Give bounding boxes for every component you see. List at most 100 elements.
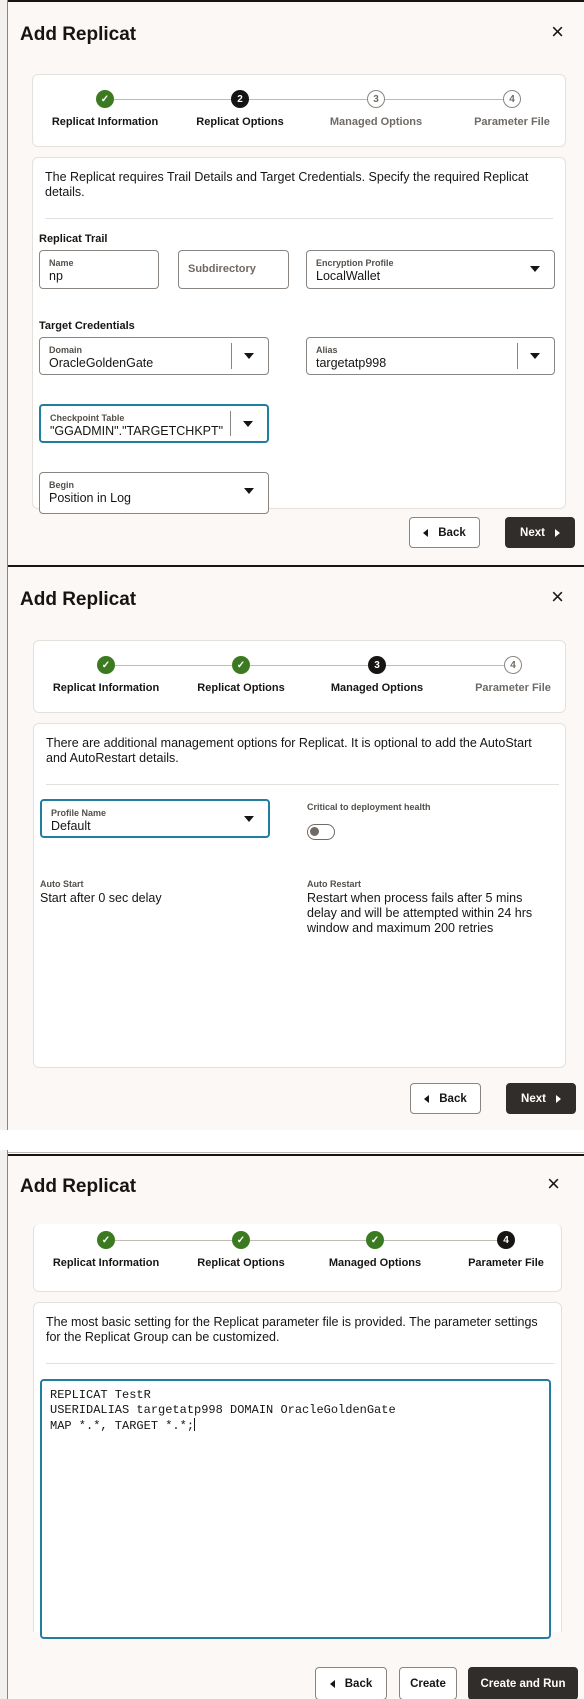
chevron-down-icon[interactable] [530, 266, 540, 272]
select-divider [517, 343, 518, 369]
field-label: Encryption Profile [316, 258, 394, 268]
step-number: 2 [231, 90, 249, 108]
chevron-down-icon[interactable] [244, 353, 254, 359]
caret-right-icon [555, 1094, 561, 1103]
close-icon[interactable]: × [551, 21, 564, 43]
add-replicat-dialog: Add Replicat × ✓ Replicat Information 2 … [8, 0, 584, 565]
auto-start-label: Auto Start [40, 879, 84, 889]
check-icon: ✓ [232, 1231, 250, 1249]
step-label: Managed Options [329, 116, 423, 128]
background-page-edge [0, 565, 8, 1130]
background-page-edge [0, 1150, 8, 1699]
step-replicat-options[interactable]: ✓ Replicat Options [176, 1231, 306, 1269]
back-button[interactable]: Back [410, 1083, 481, 1114]
step-managed-options[interactable]: 3 Managed Options [312, 656, 442, 694]
trail-name-field[interactable]: Name np [39, 250, 159, 289]
step-replicat-information[interactable]: ✓ Replicat Information [40, 90, 170, 128]
next-button[interactable]: Next [505, 517, 575, 548]
field-label: Checkpoint Table [50, 413, 125, 423]
caret-right-icon [554, 528, 560, 537]
parameter-file-panel: The most basic setting for the Replicat … [33, 1302, 562, 1639]
create-and-run-label: Create and Run [480, 1677, 566, 1690]
chevron-down-icon[interactable] [530, 353, 540, 359]
parameter-file-editor[interactable]: REPLICAT TestR USERIDALIAS targetatp998 D… [40, 1379, 551, 1639]
step-number: 4 [504, 656, 522, 674]
profile-name-select[interactable]: Profile Name Default [40, 799, 270, 838]
screen-managed-options: Add Replicat × ✓ Replicat Information ✓ … [0, 565, 584, 1130]
field-label: Name [49, 258, 74, 268]
field-label: Begin [49, 480, 75, 490]
param-line: USERIDALIAS targetatp998 DOMAIN OracleGo… [50, 1403, 396, 1417]
back-button[interactable]: Back [409, 517, 480, 548]
next-label: Next [521, 1092, 546, 1105]
step-managed-options[interactable]: 3 Managed Options [311, 90, 441, 128]
step-parameter-file[interactable]: 4 Parameter File [448, 656, 578, 694]
divider [46, 784, 559, 785]
field-value: LocalWallet [316, 269, 381, 283]
step-replicat-information[interactable]: ✓ Replicat Information [41, 1231, 171, 1269]
domain-select[interactable]: Domain OracleGoldenGate [39, 337, 269, 375]
step-label: Parameter File [474, 116, 550, 128]
step-managed-options[interactable]: ✓ Managed Options [310, 1231, 440, 1269]
param-line-text: MAP *.*, TARGET *.*; [50, 1419, 195, 1433]
check-icon: ✓ [97, 1231, 115, 1249]
back-label: Back [438, 526, 466, 539]
field-value: np [49, 269, 63, 283]
check-icon: ✓ [96, 90, 114, 108]
caret-left-icon [423, 528, 429, 537]
target-credentials-heading: Target Credentials [39, 320, 135, 332]
divider [46, 1363, 555, 1364]
add-replicat-dialog: Add Replicat × ✓ Replicat Information ✓ … [8, 565, 584, 1130]
step-label: Managed Options [328, 1257, 422, 1269]
wizard-stepper: ✓ Replicat Information ✓ Replicat Option… [33, 640, 566, 713]
wizard-stepper: ✓ Replicat Information ✓ Replicat Option… [33, 1224, 562, 1292]
toggle-knob [310, 827, 319, 836]
step-replicat-options[interactable]: ✓ Replicat Options [176, 656, 306, 694]
step-number: 4 [497, 1231, 515, 1249]
check-icon: ✓ [232, 656, 250, 674]
intro-text: There are additional management options … [46, 736, 532, 765]
step-replicat-options[interactable]: 2 Replicat Options [175, 90, 305, 128]
screen-parameter-file: Add Replicat × ✓ Replicat Information ✓ … [0, 1150, 584, 1699]
begin-select[interactable]: Begin Position in Log [39, 472, 269, 514]
step-replicat-information[interactable]: ✓ Replicat Information [41, 656, 171, 694]
encryption-profile-select[interactable]: Encryption Profile LocalWallet [306, 250, 555, 289]
field-value: Position in Log [49, 491, 132, 505]
wizard-stepper: ✓ Replicat Information 2 Replicat Option… [32, 74, 566, 147]
managed-options-panel: There are additional management options … [33, 723, 566, 1068]
create-label: Create [410, 1677, 446, 1690]
step-label: Replicat Information [52, 682, 160, 694]
back-button[interactable]: Back [315, 1667, 387, 1699]
create-button[interactable]: Create [399, 1667, 457, 1699]
close-icon[interactable]: × [551, 586, 564, 608]
screen-replicat-options: Add Replicat × ✓ Replicat Information 2 … [0, 0, 584, 565]
chevron-down-icon[interactable] [243, 421, 253, 427]
screenshot-seam [0, 1152, 584, 1153]
background-page-edge [0, 0, 8, 565]
step-label: Managed Options [330, 682, 424, 694]
close-icon[interactable]: × [547, 1173, 560, 1195]
step-parameter-file[interactable]: 4 Parameter File [441, 1231, 571, 1269]
alias-select[interactable]: Alias targetatp998 [306, 337, 555, 375]
next-button[interactable]: Next [506, 1083, 576, 1114]
step-number: 3 [367, 90, 385, 108]
intro-text: The most basic setting for the Replicat … [46, 1315, 538, 1344]
text-cursor [194, 1418, 196, 1431]
step-label: Replicat Options [196, 116, 284, 128]
add-replicat-dialog: Add Replicat × ✓ Replicat Information ✓ … [8, 1154, 584, 1699]
checkpoint-table-select[interactable]: Checkpoint Table "GGADMIN"."TARGETCHKPT" [39, 404, 269, 443]
field-value: "GGADMIN"."TARGETCHKPT" [50, 424, 224, 438]
dialog-title: Add Replicat [20, 24, 137, 45]
select-divider [230, 411, 231, 436]
critical-toggle[interactable] [307, 824, 335, 840]
field-value: OracleGoldenGate [49, 356, 154, 370]
chevron-down-icon[interactable] [244, 816, 254, 822]
field-label: Domain [49, 345, 83, 355]
step-number: 4 [503, 90, 521, 108]
step-parameter-file[interactable]: 4 Parameter File [447, 90, 577, 128]
subdirectory-field[interactable]: Subdirectory [178, 250, 289, 289]
field-placeholder: Subdirectory [188, 263, 256, 275]
create-and-run-button[interactable]: Create and Run [468, 1667, 578, 1699]
step-label: Replicat Options [197, 1257, 285, 1269]
chevron-down-icon[interactable] [244, 488, 254, 494]
